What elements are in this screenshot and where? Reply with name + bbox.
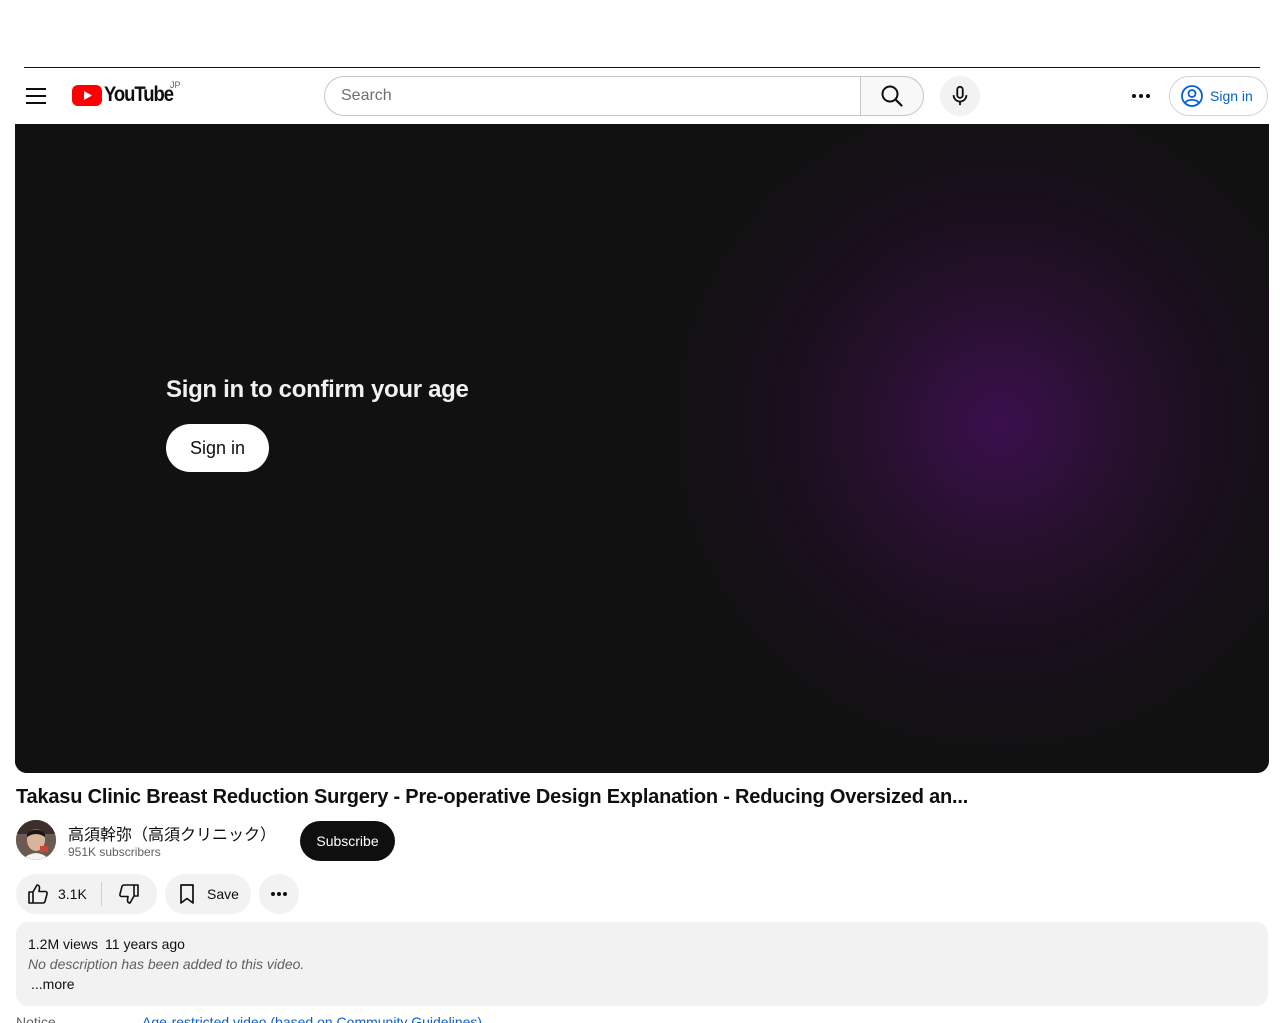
search-box — [324, 76, 861, 116]
more-horiz-icon — [271, 892, 287, 896]
region-code: JP — [170, 80, 181, 90]
like-button[interactable]: 3.1K — [16, 874, 101, 914]
upload-date: 11 years ago — [105, 936, 185, 952]
view-count: 1.2M views — [28, 936, 99, 952]
like-count: 3.1K — [58, 886, 87, 902]
player-dark-panel — [15, 124, 665, 773]
microphone-icon — [952, 85, 968, 106]
subscribe-button[interactable]: Subscribe — [300, 821, 395, 861]
thumb-up-icon — [28, 884, 48, 904]
save-label: Save — [207, 886, 239, 902]
header-signin-button[interactable]: Sign in — [1169, 76, 1268, 116]
youtube-logo[interactable]: YouTube — [72, 83, 182, 107]
masthead: YouTube JP Search Sign in — [0, 68, 1284, 124]
channel-name[interactable]: 高須幹弥（高須クリニック） — [68, 821, 276, 845]
age-gate-title: Sign in to confirm your age — [166, 376, 469, 403]
menu-icon[interactable] — [20, 80, 52, 112]
video-title: Takasu Clinic Breast Reduction Surgery -… — [16, 786, 969, 808]
video-player[interactable]: Sign in to confirm your age Sign in — [15, 124, 1269, 773]
search-icon — [881, 85, 903, 107]
search-button[interactable] — [860, 76, 924, 116]
subscriber-count: 951K subscribers — [68, 845, 161, 859]
dislike-button[interactable] — [102, 874, 156, 914]
account-icon — [1181, 85, 1203, 107]
description-more-button[interactable]: ...more — [31, 976, 75, 992]
more-horiz-icon — [1132, 94, 1150, 98]
search-input[interactable] — [341, 87, 861, 105]
more-actions-button[interactable] — [259, 874, 299, 914]
channel-avatar[interactable] — [16, 820, 56, 860]
save-button[interactable]: Save — [165, 874, 251, 914]
age-gate-signin-button[interactable]: Sign in — [166, 424, 269, 472]
notice-link[interactable]: Age-restricted video (based on Community… — [142, 1014, 482, 1023]
description-box[interactable]: 1.2M views 11 years ago No description ha… — [16, 922, 1268, 1006]
description-meta: 1.2M views 11 years ago — [28, 936, 192, 952]
like-dislike-group: 3.1K — [16, 874, 157, 914]
bookmark-icon — [180, 884, 194, 904]
notice-label: Notice — [16, 1014, 56, 1023]
header-signin-label: Sign in — [1210, 88, 1253, 104]
youtube-play-icon — [72, 84, 102, 106]
voice-search-button[interactable] — [940, 76, 980, 116]
thumb-down-icon — [119, 884, 139, 904]
description-text: No description has been added to this vi… — [28, 956, 305, 972]
logo-text: YouTube — [104, 83, 174, 106]
page: YouTube JP Search Sign in Sign in to con… — [0, 0, 1284, 1023]
settings-more-button[interactable] — [1121, 76, 1161, 116]
